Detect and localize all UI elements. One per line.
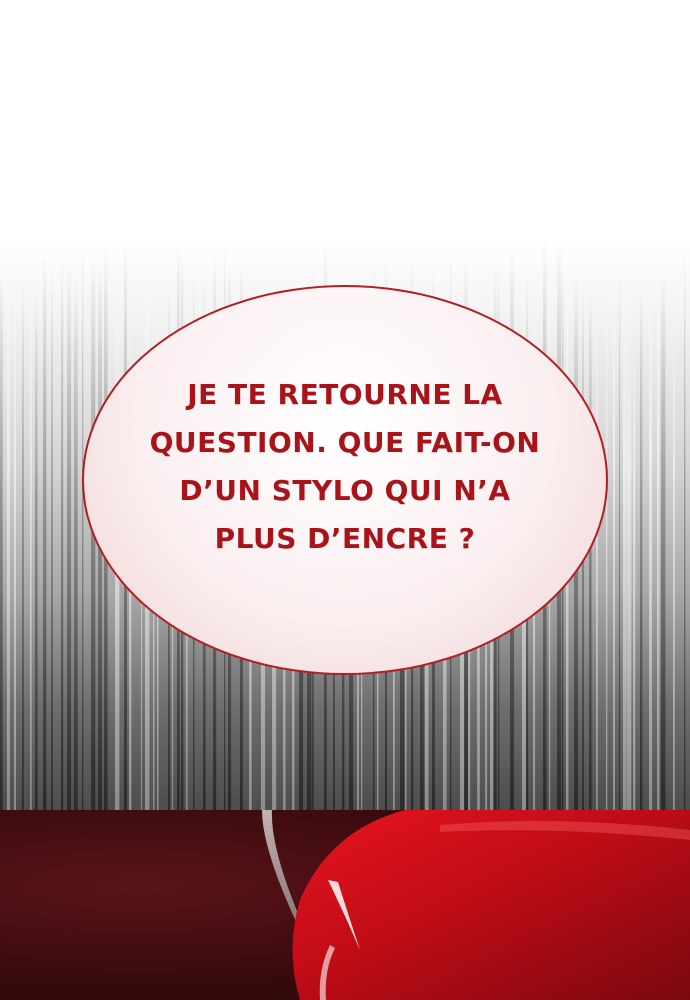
speech-line-2: QUESTION. QUE FAIT-ON <box>149 426 541 459</box>
red-glossy-object <box>262 810 690 1000</box>
speech-line-1: JE TE RETOURNE LA <box>187 378 503 411</box>
speech-bubble: JE TE RETOURNE LA QUESTION. QUE FAIT-ON … <box>82 285 608 675</box>
speech-bubble-text: JE TE RETOURNE LA QUESTION. QUE FAIT-ON … <box>150 371 541 563</box>
comic-page: JE TE RETOURNE LA QUESTION. QUE FAIT-ON … <box>0 0 690 1000</box>
white-gutter <box>0 0 690 240</box>
speech-line-4: PLUS D’ENCRE ? <box>214 522 476 555</box>
speech-line-3: D’UN STYLO QUI N’A <box>179 474 511 507</box>
red-object-panel <box>0 810 690 1000</box>
